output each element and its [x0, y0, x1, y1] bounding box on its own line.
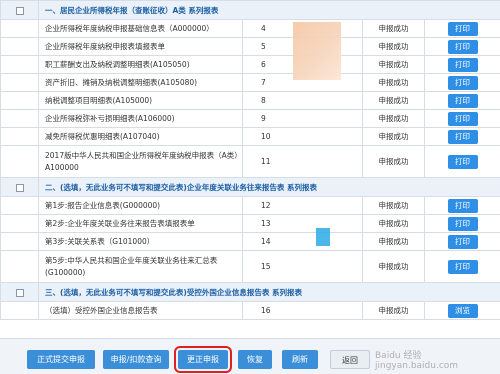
row-number: 8 [242, 91, 363, 110]
report-name: 第1步:报告企业信息表(G000000) [38, 196, 243, 215]
report-name: （选填）受控外国企业信息报告表 [38, 301, 243, 320]
status-text: 申报成功 [362, 127, 425, 146]
report-name: 第5步:中华人民共和国企业年度关联业务往来汇总表(G100000) [45, 255, 218, 277]
table-row: 第2步:企业年度关联业务往来报告表填报表单 13 申报成功 打印 [0, 214, 500, 233]
print-button[interactable]: 打印 [447, 21, 478, 36]
report-name: 减免所得税优惠明细表(A107040) [38, 127, 243, 146]
section-checkbox-2[interactable] [15, 183, 24, 192]
print-button[interactable]: 打印 [447, 57, 478, 72]
section-title-3: 三、(选填，无此业务可不填写和提交此表)受控外国企业信息报告表 系列报表 [37, 282, 500, 302]
watermark-text: Baidu 经验 jingyan.baidu.com [375, 351, 459, 371]
print-button[interactable]: 打印 [447, 198, 478, 213]
row-number: 12 [242, 196, 363, 215]
report-name: 资产折旧、摊销及纳税调整明细表(A105080) [38, 73, 243, 92]
section-header-3: 三、(选填，无此业务可不填写和提交此表)受控外国企业信息报告表 系列报表 [0, 282, 500, 302]
section-title-2: 二、(选填，无此业务可不填写和提交此表)企业年度关联业务往来报告表 系列报表 [37, 177, 500, 197]
refresh-button[interactable]: 刷新 [282, 350, 318, 369]
section-header-2: 二、(选填，无此业务可不填写和提交此表)企业年度关联业务往来报告表 系列报表 [0, 177, 500, 197]
row-number: 11 [242, 145, 363, 178]
report-table: 一、居民企业所得税年报（查账征收）A类 系列报表 企业所得税年度纳税申报基础信息… [0, 0, 500, 320]
table-row: 企业所得税弥补亏损明细表(A106000) 9 申报成功 打印 [0, 109, 500, 128]
declaration-query-button[interactable]: 申报/扣款查询 [103, 350, 169, 369]
report-name: 第2步:企业年度关联业务往来报告表填报表单 [38, 214, 243, 233]
row-number: 14 [242, 232, 363, 251]
browse-button[interactable]: 浏览 [447, 303, 478, 318]
status-text: 申报成功 [362, 196, 425, 215]
table-row: 第1步:报告企业信息表(G000000) 12 申报成功 打印 [0, 196, 500, 215]
print-button[interactable]: 打印 [447, 39, 478, 54]
status-text: 申报成功 [362, 145, 425, 178]
table-row: 职工薪酬支出及纳税调整明细表(A105050) 6 申报成功 打印 [0, 55, 500, 74]
status-text: 申报成功 [362, 37, 425, 56]
table-row: 2017版中华人民共和国企业所得税年度纳税申报表（A类）A100000 11 申… [0, 145, 500, 178]
table-row: 资产折旧、摊销及纳税调整明细表(A105080) 7 申报成功 打印 [0, 73, 500, 92]
row-number: 10 [242, 127, 363, 146]
status-text: 申报成功 [362, 73, 425, 92]
section-header-1: 一、居民企业所得税年报（查账征收）A类 系列报表 [0, 0, 500, 20]
print-button[interactable]: 打印 [447, 234, 478, 249]
status-text: 申报成功 [362, 109, 425, 128]
row-number: 9 [242, 109, 363, 128]
print-button[interactable]: 打印 [447, 259, 478, 274]
report-name: 2017版中华人民共和国企业所得税年度纳税申报表（A类）A100000 [45, 150, 238, 172]
correct-declaration-button[interactable]: 更正申报 [174, 346, 232, 373]
row-number: 13 [242, 214, 363, 233]
section-title-1: 一、居民企业所得税年报（查账征收）A类 系列报表 [37, 0, 500, 20]
print-button[interactable]: 打印 [447, 75, 478, 90]
status-text: 申报成功 [362, 250, 425, 283]
status-text: 申报成功 [362, 19, 425, 38]
status-text: 申报成功 [362, 232, 425, 251]
redacted-overlay [316, 228, 330, 246]
table-row: （选填）受控外国企业信息报告表 16 申报成功 浏览 [0, 301, 500, 320]
submit-declaration-button[interactable]: 正式提交申报 [27, 350, 95, 369]
report-name: 第3步:关联关系表（G101000） [38, 232, 243, 251]
report-name: 企业所得税年度纳税申报基础信息表（A000000） [38, 19, 243, 38]
print-button[interactable]: 打印 [447, 93, 478, 108]
report-name: 企业所得税年度纳税申报表填报表单 [38, 37, 243, 56]
status-text: 申报成功 [362, 214, 425, 233]
redacted-overlay [293, 22, 341, 80]
print-button[interactable]: 打印 [447, 129, 478, 144]
row-number: 15 [242, 250, 363, 283]
table-row: 纳税调整项目明细表(A105000) 8 申报成功 打印 [0, 91, 500, 110]
table-row: 第5步:中华人民共和国企业年度关联业务往来汇总表(G100000) 15 申报成… [0, 250, 500, 283]
table-row: 企业所得税年度纳税申报基础信息表（A000000） 4 申报成功 打印 [0, 19, 500, 38]
status-text: 申报成功 [362, 301, 425, 320]
status-text: 申报成功 [362, 55, 425, 74]
print-button[interactable]: 打印 [447, 111, 478, 126]
table-row: 减免所得税优惠明细表(A107040) 10 申报成功 打印 [0, 127, 500, 146]
table-row: 企业所得税年度纳税申报表填报表单 5 申报成功 打印 [0, 37, 500, 56]
status-text: 申报成功 [362, 91, 425, 110]
restore-button[interactable]: 恢复 [238, 350, 272, 369]
back-button[interactable]: 返回 [330, 350, 370, 369]
section-checkbox-3[interactable] [15, 288, 24, 297]
print-button[interactable]: 打印 [447, 216, 478, 231]
section-checkbox-1[interactable] [15, 6, 24, 15]
report-name: 职工薪酬支出及纳税调整明细表(A105050) [38, 55, 243, 74]
print-button[interactable]: 打印 [447, 154, 478, 169]
row-number: 16 [242, 301, 363, 320]
report-name: 企业所得税弥补亏损明细表(A106000) [38, 109, 243, 128]
report-name: 纳税调整项目明细表(A105000) [38, 91, 243, 110]
table-row: 第3步:关联关系表（G101000） 14 申报成功 打印 [0, 232, 500, 251]
